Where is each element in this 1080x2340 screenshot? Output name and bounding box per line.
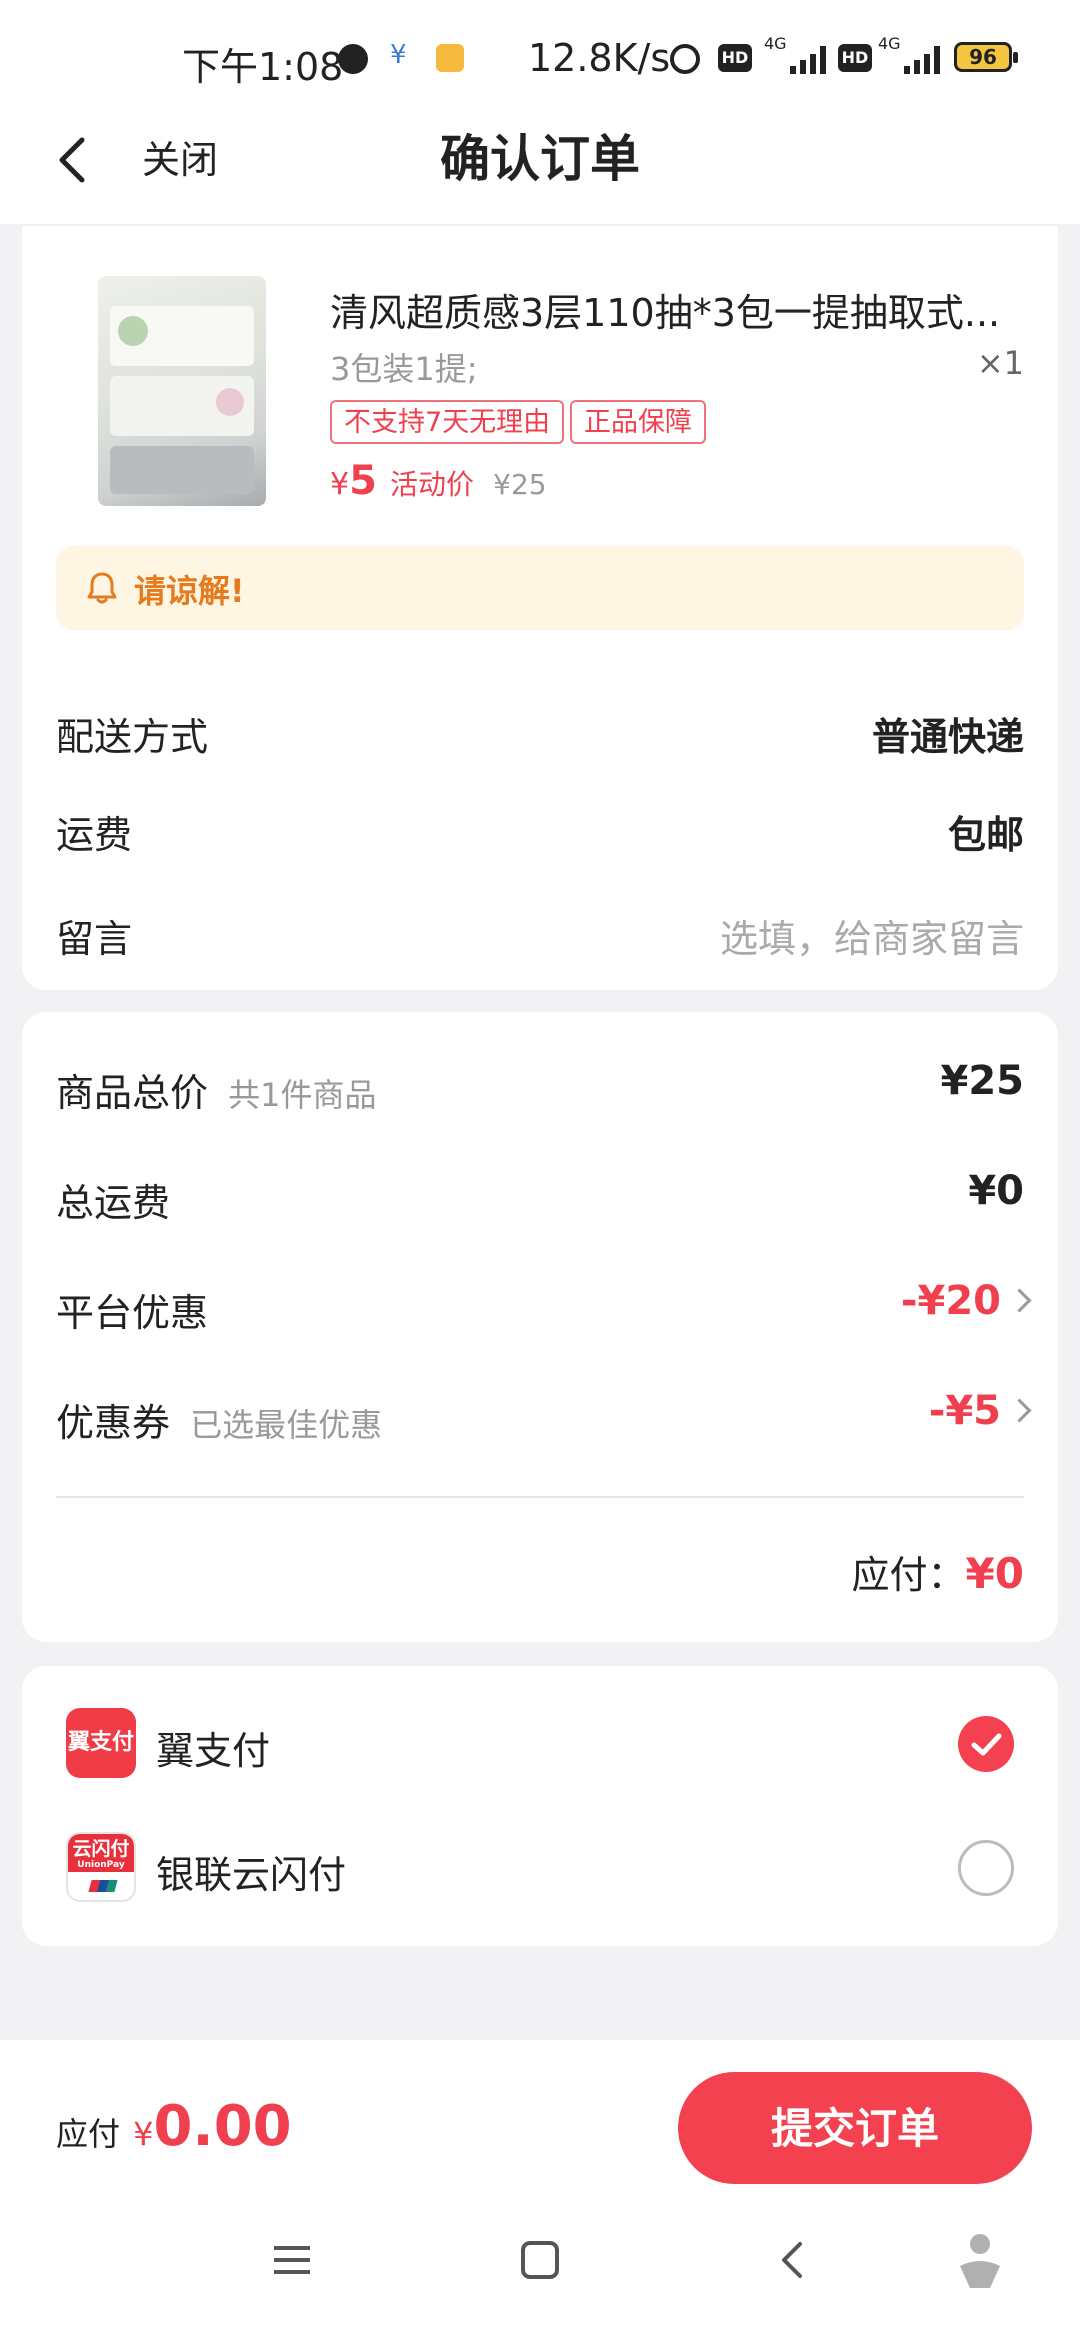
page-title: 确认订单 — [440, 130, 640, 188]
message-label: 留言 — [56, 917, 133, 961]
network-speed: 12.8K/s — [528, 36, 671, 80]
menu-icon[interactable] — [272, 2240, 312, 2280]
radio-selected[interactable] — [958, 1716, 1014, 1772]
product-image-pack — [110, 446, 254, 494]
platform-discount-label: 平台优惠 — [56, 1291, 209, 1335]
bottom-payable-label: 应付 — [56, 2115, 121, 2153]
tag-no-return: 不支持7天无理由 — [330, 400, 565, 444]
yizhifu-logo-icon: 翼支付 — [66, 1708, 136, 1778]
platform-discount-value: -¥20 — [900, 1278, 1001, 1324]
goods-total-title: 商品总价 — [56, 1071, 209, 1115]
summary-payable-value: ¥0 — [965, 1549, 1024, 1598]
coupon-label: 优惠券 已选最佳优惠 — [56, 1392, 382, 1447]
goods-count: 共1件商品 — [228, 1076, 377, 1114]
shipping-fee-value: 包邮 — [947, 813, 1024, 857]
goods-total-label: 商品总价 共1件商品 — [56, 1062, 376, 1117]
coupon-value: -¥5 — [928, 1388, 1001, 1434]
message-input[interactable]: 选填，给商家留言 — [720, 908, 1024, 963]
payment-label-unionpay: 银联云闪付 — [156, 1853, 347, 1897]
price-value: 5 — [349, 458, 377, 504]
alarm-icon — [670, 44, 700, 74]
product-price: ¥5 活动价 ¥25 — [330, 458, 547, 514]
notice-text: 请谅解! — [134, 572, 245, 610]
submit-order-button[interactable]: 提交订单 — [678, 2072, 1032, 2184]
delivery-method-value: 普通快递 — [871, 715, 1024, 759]
hd-badge: HD — [838, 44, 872, 72]
signal-icon — [790, 46, 826, 74]
notification-dot-icon — [338, 44, 368, 74]
signal-icon — [904, 46, 940, 74]
price-currency: ¥ — [330, 467, 350, 502]
goods-total-value: ¥25 — [940, 1058, 1025, 1104]
product-spec: 3包装1提; — [330, 350, 478, 388]
shipping-total-label: 总运费 — [56, 1181, 171, 1225]
bottom-amount: 0.00 — [153, 2094, 292, 2159]
status-time: 下午1:08 — [182, 45, 344, 89]
notes-app-icon — [436, 44, 464, 72]
summary-payable-label: 应付： — [851, 1553, 966, 1597]
original-price: ¥25 — [493, 468, 547, 501]
network-type: 4G — [764, 34, 787, 53]
delivery-method-label: 配送方式 — [56, 715, 209, 759]
chevron-right-icon — [1007, 1397, 1032, 1423]
unionpay-stripe — [88, 1880, 118, 1892]
hd-badge: HD — [718, 44, 752, 72]
coupon-title: 优惠券 — [56, 1401, 171, 1445]
bell-icon — [87, 572, 117, 604]
bottom-currency: ¥ — [133, 2115, 154, 2153]
shipping-total-value: ¥0 — [968, 1168, 1024, 1214]
platform-discount-row[interactable]: -¥20 — [900, 1278, 1032, 1324]
coupon-note: 已选最佳优惠 — [190, 1406, 383, 1444]
home-icon[interactable] — [520, 2240, 560, 2280]
payment-label-yizhifu: 翼支付 — [156, 1729, 271, 1773]
bottom-payable: 应付 ¥0.00 — [56, 2094, 292, 2164]
product-image-leaf — [118, 316, 148, 346]
watermark-logo-icon — [960, 2234, 1000, 2288]
radio-unselected[interactable] — [958, 1840, 1014, 1896]
checkmark-icon — [971, 1733, 1002, 1756]
product-quantity: ×1 — [976, 344, 1024, 382]
yen-app-icon: ¥ — [390, 40, 407, 70]
battery-icon: 96 — [954, 42, 1018, 72]
summary-payable: 应付：¥0 — [852, 1544, 1024, 1599]
coupon-row[interactable]: -¥5 — [928, 1388, 1032, 1434]
chevron-right-icon — [1007, 1287, 1032, 1313]
product-image[interactable] — [98, 276, 266, 506]
tag-genuine: 正品保障 — [570, 400, 706, 444]
unionpay-logo-icon: 云闪付 UnionPay — [66, 1832, 136, 1902]
network-type: 4G — [878, 34, 901, 53]
product-title[interactable]: 清风超质感3层110抽*3包一提抽取式... — [330, 282, 1010, 337]
status-bar: 下午1:08 ¥ 12.8K/s HD 4G HD 4G 96 — [0, 0, 1080, 120]
product-image-flower — [216, 388, 244, 416]
unionpay-logo-sub: UnionPay — [77, 1860, 125, 1870]
shipping-fee-label: 运费 — [56, 813, 133, 857]
price-tag: 活动价 — [390, 468, 475, 501]
system-back-icon[interactable] — [772, 2240, 812, 2280]
divider — [56, 1496, 1024, 1498]
